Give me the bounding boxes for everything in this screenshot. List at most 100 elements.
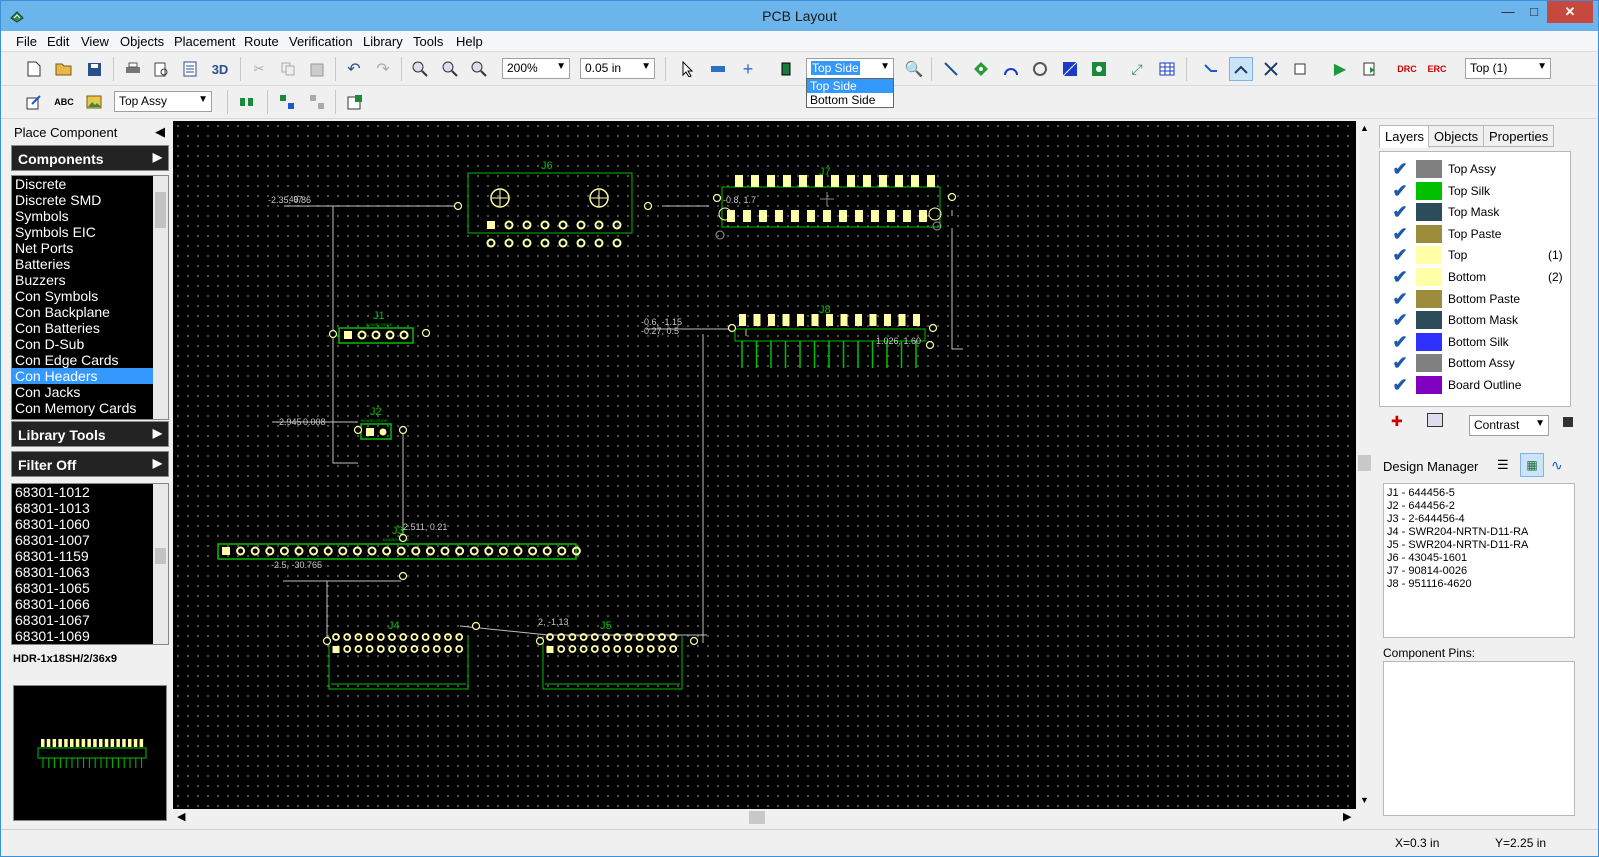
layer-row[interactable]: ✔ Board Outline [1388, 374, 1564, 396]
checkbox-check-icon[interactable]: ✔ [1388, 375, 1412, 395]
menu-verification[interactable]: Verification [289, 34, 353, 49]
canvas-vertical-scrollbar[interactable]: ▲ ▼ [1356, 121, 1373, 809]
layer-color-swatch[interactable] [1416, 289, 1442, 308]
trace-icon[interactable] [939, 57, 963, 81]
checkbox-check-icon[interactable]: ✔ [1388, 353, 1412, 373]
new-file-icon[interactable] [22, 57, 46, 81]
minimize-button[interactable]: — [1495, 1, 1521, 23]
layer-row[interactable]: ✔ Bottom Paste [1388, 288, 1564, 310]
save-icon[interactable] [82, 57, 106, 81]
layer-row[interactable]: ✔ Bottom Silk [1388, 331, 1564, 353]
menu-route[interactable]: Route [244, 34, 279, 49]
view-3d-button[interactable]: 3D [208, 57, 232, 81]
scroll-down-icon[interactable]: ▼ [1360, 795, 1369, 805]
polygon-icon[interactable] [1058, 57, 1082, 81]
run-step-icon[interactable] [1358, 57, 1382, 81]
layer-row[interactable]: ✔ Bottom Assy [1388, 352, 1564, 374]
properties-icon[interactable] [343, 90, 367, 114]
part-item[interactable]: 68301-1069 [12, 628, 168, 644]
layer-color-swatch[interactable] [1416, 246, 1442, 265]
part-item[interactable]: 68301-1066 [12, 596, 168, 612]
footprint-j1[interactable]: J1 BOARD EDGE [338, 310, 414, 344]
text-abc-icon[interactable]: ABC [52, 90, 76, 114]
layer-color-swatch[interactable] [1416, 203, 1442, 222]
layer-color-swatch[interactable] [1416, 332, 1442, 351]
tab-objects[interactable]: Objects [1428, 125, 1485, 147]
checkbox-check-icon[interactable]: ✔ [1388, 332, 1412, 352]
layer-row[interactable]: ✔ Top Mask [1388, 201, 1564, 223]
measure-icon[interactable] [706, 57, 730, 81]
tab-properties[interactable]: Properties [1483, 125, 1555, 147]
design-component-item[interactable]: J2 - 644456-2 [1387, 500, 1571, 513]
side-select[interactable]: Top Side ▼ [806, 58, 894, 79]
redo-icon[interactable]: ↷ [371, 57, 395, 81]
open-folder-icon[interactable] [52, 57, 76, 81]
layer-color-swatch[interactable] [1416, 311, 1442, 330]
split-trace-icon[interactable] [1259, 57, 1283, 81]
part-item[interactable]: 68301-1071 [12, 644, 168, 645]
layer-color-swatch[interactable] [1416, 181, 1442, 200]
part-item[interactable]: 68301-1067 [12, 612, 168, 628]
menu-tools[interactable]: Tools [413, 34, 443, 49]
layer-settings-icon[interactable] [1427, 413, 1443, 427]
route-manual-icon[interactable] [1229, 57, 1253, 81]
checkbox-check-icon[interactable]: ✔ [1388, 159, 1412, 179]
category-item[interactable]: Con Memory Cards [12, 400, 168, 416]
layer-row[interactable]: ✔ Bottom (2) [1388, 266, 1564, 288]
route-trace-icon[interactable] [1199, 57, 1223, 81]
menu-file[interactable]: File [16, 34, 37, 49]
add-layer-icon[interactable]: ✚ [1391, 413, 1403, 430]
dm-nets-icon[interactable]: ∿ [1551, 457, 1563, 474]
design-component-item[interactable]: J3 - 2-644456-4 [1387, 513, 1571, 526]
footprint-j5[interactable]: J5 [542, 620, 683, 690]
layer-select[interactable]: Top (1) ▼ [1465, 58, 1551, 79]
run-play-icon[interactable]: ▶ [1328, 57, 1352, 81]
design-component-item[interactable]: J7 - 90814-0026 [1387, 565, 1571, 578]
arc-icon[interactable] [999, 57, 1023, 81]
layer-row[interactable]: ✔ Top Assy [1388, 158, 1564, 180]
select-pointer-icon[interactable] [676, 57, 700, 81]
assy-layer-select[interactable]: Top Assy ▼ [114, 91, 212, 112]
checkbox-check-icon[interactable]: ✔ [1388, 267, 1412, 287]
close-button[interactable]: ✕ [1547, 1, 1593, 23]
layer-color-swatch[interactable] [1416, 224, 1442, 243]
library-tools-button[interactable]: Library Tools ▶ [11, 421, 169, 447]
maximize-button[interactable]: □ [1521, 1, 1547, 23]
part-item[interactable]: 68301-1060 [12, 516, 168, 532]
menu-objects[interactable]: Objects [120, 34, 164, 49]
category-item[interactable]: Net Ports [12, 240, 168, 256]
zoom-fit-icon[interactable] [467, 57, 491, 81]
report-icon[interactable] [178, 57, 202, 81]
print-preview-icon[interactable] [149, 57, 173, 81]
checkbox-check-icon[interactable]: ✔ [1388, 224, 1412, 244]
checkbox-check-icon[interactable]: ✔ [1388, 289, 1412, 309]
category-item[interactable]: Con Jacks [12, 384, 168, 400]
via-icon[interactable] [1028, 57, 1052, 81]
filter-button[interactable]: Filter Off ▶ [11, 451, 169, 477]
part-item[interactable]: 68301-1007 [12, 532, 168, 548]
scroll-thumb[interactable] [749, 811, 765, 824]
menu-placement[interactable]: Placement [174, 34, 235, 49]
zoom-select[interactable]: 200% ▼ [502, 58, 570, 79]
footprint-j4[interactable]: J4 [328, 620, 469, 690]
zoom-out-icon[interactable] [438, 57, 462, 81]
menu-library[interactable]: Library [363, 34, 403, 49]
footprint-j3[interactable]: J3 BOARD EDGE [217, 525, 581, 560]
tab-layers[interactable]: Layers [1379, 125, 1431, 148]
category-item[interactable]: Batteries [12, 256, 168, 272]
category-item[interactable]: Con D-Sub [12, 336, 168, 352]
ungroup-icon[interactable] [305, 90, 329, 114]
part-item[interactable]: 68301-1063 [12, 564, 168, 580]
pcb-canvas[interactable]: J6 J7 J8 J1 BOARD EDGE J2 BOARD EDGE J3 … [173, 121, 1356, 809]
layer-row[interactable]: ✔ Top Paste [1388, 223, 1564, 245]
copy-icon[interactable] [276, 57, 300, 81]
group-icon[interactable] [275, 90, 299, 114]
cut-icon[interactable]: ✂ [247, 57, 271, 81]
side-option-bottom[interactable]: Bottom Side [807, 93, 893, 107]
design-component-item[interactable]: J1 - 644456-5 [1387, 487, 1571, 500]
category-item[interactable]: Con Headers [12, 368, 168, 384]
footprint-j6[interactable]: J6 [467, 160, 633, 248]
category-item[interactable]: Con Symbols [12, 288, 168, 304]
part-item[interactable]: 68301-1065 [12, 580, 168, 596]
part-item[interactable]: 68301-1012 [12, 484, 168, 500]
